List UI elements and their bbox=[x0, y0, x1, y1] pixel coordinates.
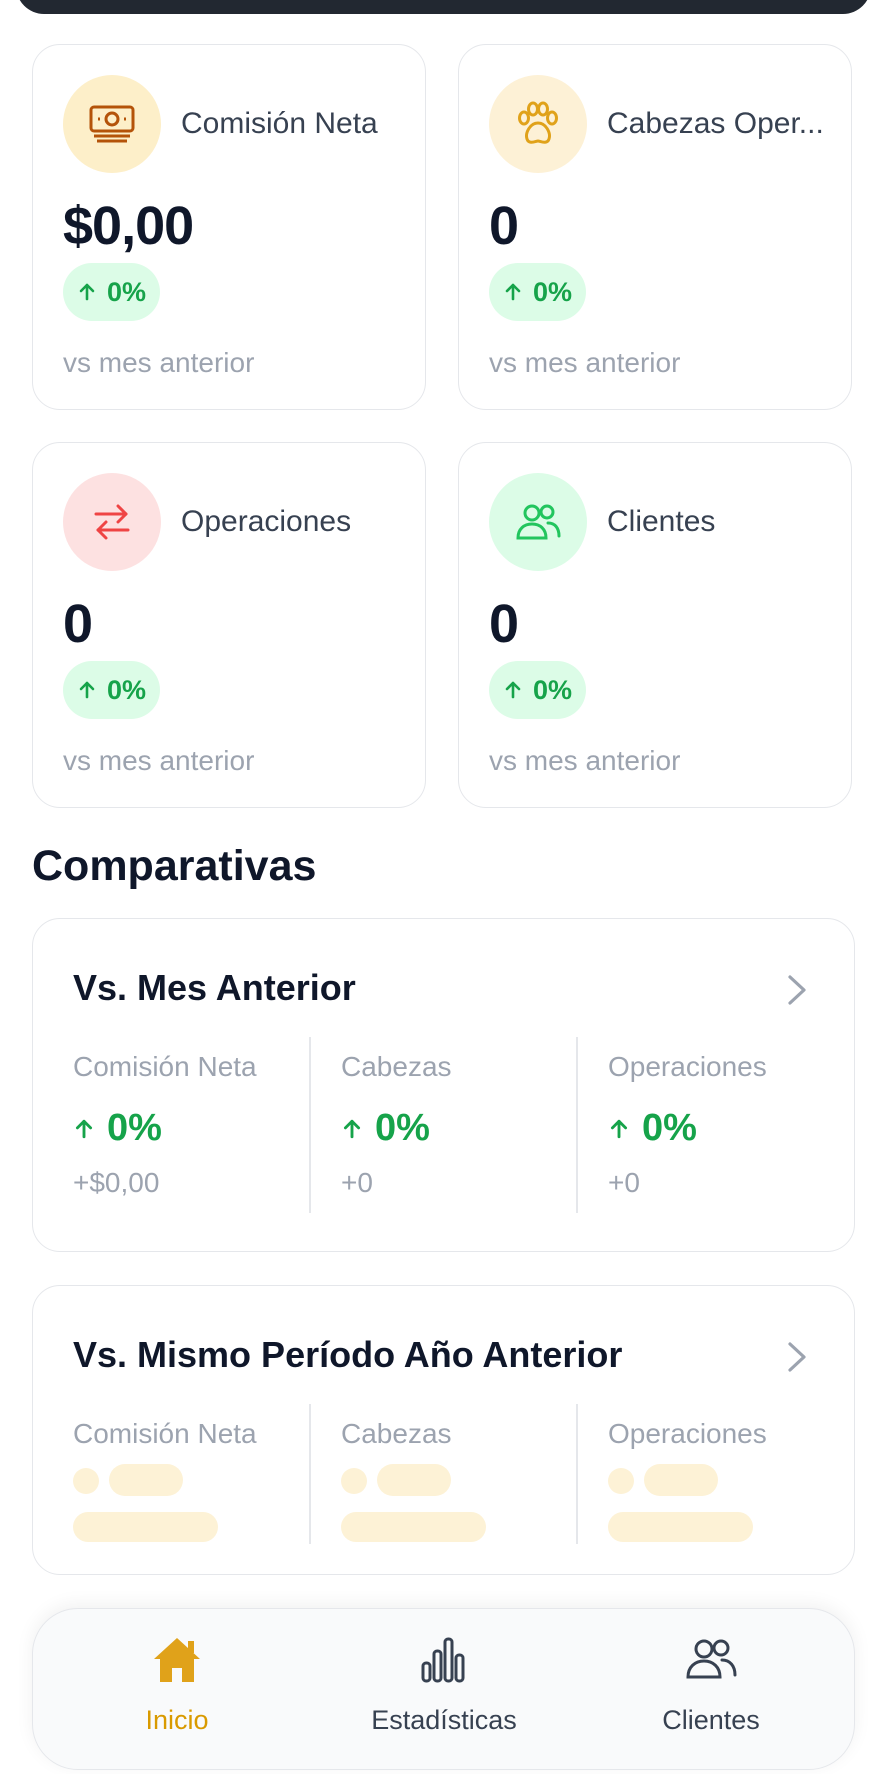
trend-badge: 0% bbox=[63, 661, 161, 719]
comparison-pct: 0% bbox=[608, 1107, 697, 1150]
comparison-column-cabezas: Cabezas bbox=[309, 1404, 576, 1544]
comparison-pct-value: 0% bbox=[642, 1107, 697, 1149]
trend-value: 0% bbox=[533, 276, 573, 307]
swap-arrows-icon bbox=[63, 473, 161, 571]
nav-item-inicio[interactable]: Inicio bbox=[67, 1633, 287, 1749]
comparison-label: Comisión Neta bbox=[73, 1418, 257, 1449]
comparison-title: Vs. Mismo Período Año Anterior bbox=[73, 1334, 623, 1375]
comparison-pct-value: 0% bbox=[107, 1107, 162, 1149]
trend-badge: 0% bbox=[489, 661, 587, 719]
trend-value: 0% bbox=[533, 674, 573, 705]
arrow-up-icon bbox=[79, 681, 95, 699]
stat-label: Clientes bbox=[607, 505, 716, 538]
users-icon bbox=[686, 1639, 737, 1679]
stat-value: 0 bbox=[489, 594, 519, 654]
stat-label: Operaciones bbox=[181, 505, 352, 538]
skeleton-placeholder bbox=[73, 1512, 218, 1542]
arrow-up-icon bbox=[79, 283, 95, 301]
arrow-up-icon bbox=[343, 1119, 361, 1138]
stat-subtitle: vs mes anterior bbox=[63, 745, 255, 776]
nav-item-clientes[interactable]: Clientes bbox=[601, 1633, 821, 1749]
bottom-nav: Inicio Estadísticas Clientes bbox=[32, 1608, 855, 1770]
skeleton-placeholder bbox=[341, 1468, 367, 1494]
comparison-column-cabezas: Cabezas 0% +0 bbox=[309, 1037, 576, 1213]
skeleton-placeholder bbox=[608, 1468, 634, 1494]
comparison-label: Operaciones bbox=[608, 1418, 767, 1449]
arrow-up-icon bbox=[505, 283, 521, 301]
comparison-label: Cabezas bbox=[341, 1051, 452, 1082]
chevron-right-icon[interactable] bbox=[786, 1340, 808, 1374]
stat-subtitle: vs mes anterior bbox=[489, 745, 681, 776]
paw-icon bbox=[489, 75, 587, 173]
stat-card-clientes[interactable]: Clientes 0 0% vs mes anterior bbox=[458, 442, 852, 808]
nav-item-estadisticas[interactable]: Estadísticas bbox=[334, 1633, 554, 1749]
comparison-card-previous-month[interactable]: Vs. Mes Anterior Comisión Neta 0% +$0,00… bbox=[32, 918, 855, 1252]
comparison-delta: +$0,00 bbox=[73, 1167, 160, 1198]
stat-value: 0 bbox=[63, 594, 93, 654]
stat-value: $0,00 bbox=[63, 196, 194, 256]
section-title: Comparativas bbox=[32, 842, 317, 890]
nav-label: Clientes bbox=[662, 1705, 760, 1735]
chevron-right-icon[interactable] bbox=[786, 973, 808, 1007]
skeleton-placeholder bbox=[644, 1464, 718, 1496]
comparison-delta: +0 bbox=[341, 1167, 373, 1198]
stat-card-operaciones[interactable]: Operaciones 0 0% vs mes anterior bbox=[32, 442, 426, 808]
trend-badge: 0% bbox=[63, 263, 161, 321]
nav-label: Estadísticas bbox=[371, 1705, 517, 1735]
skeleton-placeholder bbox=[341, 1512, 486, 1542]
stat-subtitle: vs mes anterior bbox=[63, 347, 255, 378]
comparison-column-comision: Comisión Neta 0% +$0,00 bbox=[73, 1037, 340, 1213]
arrow-up-icon bbox=[505, 681, 521, 699]
stat-card-comision[interactable]: Comisión Neta $0,00 0% vs mes anterior bbox=[32, 44, 426, 410]
stat-card-cabezas[interactable]: Cabezas Oper... 0 0% vs mes anterior bbox=[458, 44, 852, 410]
comparison-pct-value: 0% bbox=[375, 1107, 430, 1149]
home-icon bbox=[154, 1638, 200, 1682]
comparison-label: Cabezas bbox=[341, 1418, 452, 1449]
arrow-up-icon bbox=[610, 1119, 628, 1138]
comparison-label: Comisión Neta bbox=[73, 1051, 257, 1082]
comparison-column-operaciones: Operaciones 0% +0 bbox=[576, 1037, 843, 1213]
users-icon bbox=[489, 473, 587, 571]
money-icon bbox=[63, 75, 161, 173]
bar-chart-icon bbox=[421, 1637, 465, 1683]
comparison-title: Vs. Mes Anterior bbox=[73, 967, 356, 1008]
skeleton-placeholder bbox=[73, 1468, 99, 1494]
stat-label: Cabezas Oper... bbox=[607, 107, 824, 140]
dashboard-page: Comisión Neta $0,00 0% vs mes anterior C… bbox=[0, 0, 887, 1774]
trend-badge: 0% bbox=[489, 263, 587, 321]
nav-label: Inicio bbox=[145, 1705, 209, 1735]
stat-label: Comisión Neta bbox=[181, 107, 378, 140]
comparison-delta: +0 bbox=[608, 1167, 640, 1198]
skeleton-placeholder bbox=[608, 1512, 753, 1542]
arrow-up-icon bbox=[75, 1119, 93, 1138]
skeleton-placeholder bbox=[377, 1464, 451, 1496]
stat-subtitle: vs mes anterior bbox=[489, 347, 681, 378]
trend-value: 0% bbox=[107, 674, 147, 705]
comparison-label: Operaciones bbox=[608, 1051, 767, 1082]
stat-value: 0 bbox=[489, 196, 519, 256]
comparison-card-previous-year[interactable]: Vs. Mismo Período Año Anterior Comisión … bbox=[32, 1285, 855, 1575]
trend-value: 0% bbox=[107, 276, 147, 307]
skeleton-placeholder bbox=[109, 1464, 183, 1496]
comparison-pct: 0% bbox=[73, 1107, 162, 1150]
comparison-column-operaciones: Operaciones bbox=[576, 1404, 843, 1544]
comparison-pct: 0% bbox=[341, 1107, 430, 1150]
comparison-column-comision: Comisión Neta bbox=[73, 1404, 340, 1544]
top-banner bbox=[16, 0, 871, 14]
